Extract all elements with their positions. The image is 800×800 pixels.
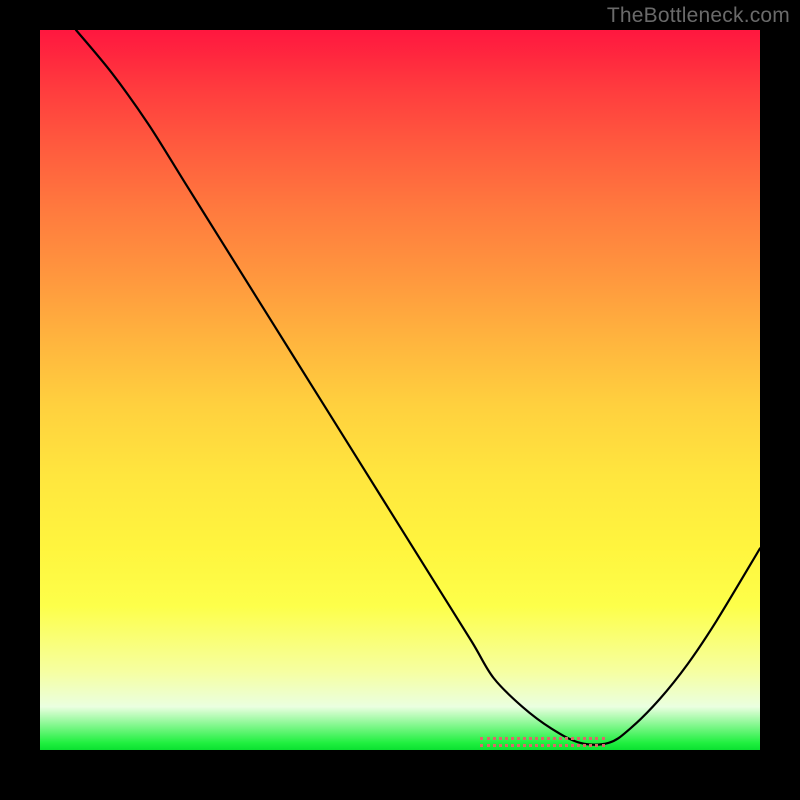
attribution-text: TheBottleneck.com <box>607 4 790 28</box>
bottleneck-curve <box>76 30 760 745</box>
optimal-fit-band <box>480 737 605 747</box>
chart-svg <box>40 30 760 750</box>
chart-plot-area <box>40 30 760 750</box>
